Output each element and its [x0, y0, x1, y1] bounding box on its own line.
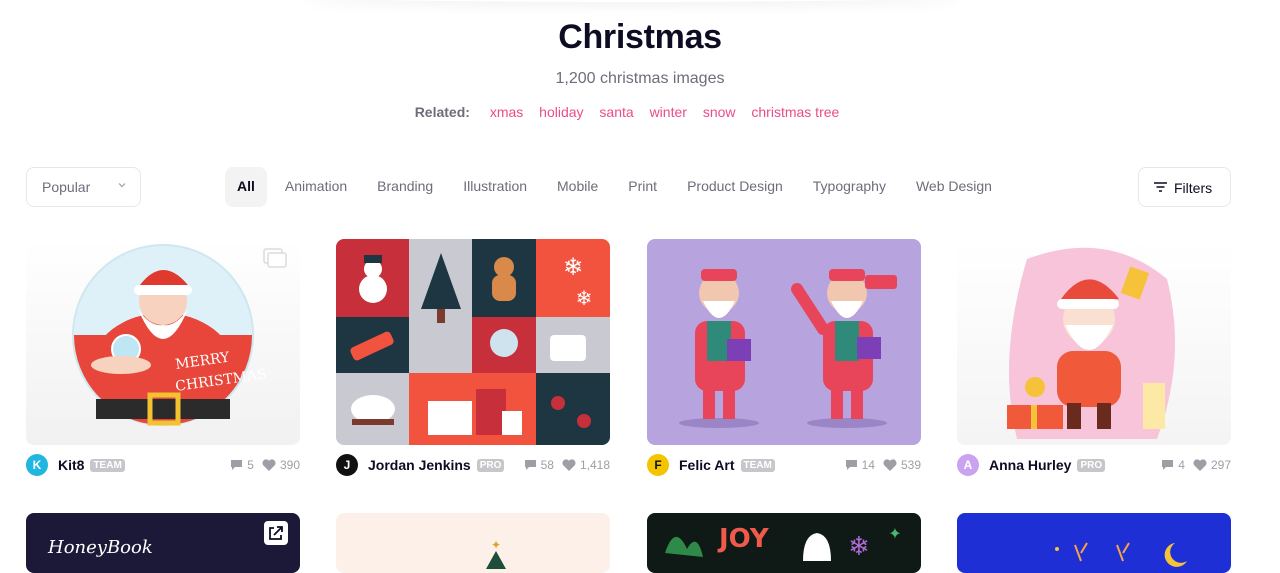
page-subtitle: 1,200 christmas images — [555, 70, 725, 87]
svg-text:✦: ✦ — [888, 524, 901, 543]
avatar[interactable]: K — [26, 454, 48, 476]
pro-badge: PRO — [1077, 458, 1106, 472]
heart-icon — [562, 459, 576, 471]
related-tags: Related: xmas holiday santa winter snow … — [0, 104, 1260, 120]
top-shadow — [300, 0, 960, 2]
shot-thumbnail-7[interactable]: JOY ❄ ✦ — [647, 513, 921, 573]
shot-thumbnail-3[interactable] — [647, 239, 921, 445]
related-label: Related: — [414, 104, 470, 120]
category-tabs: All Animation Branding Illustration Mobi… — [225, 167, 1010, 207]
comment-count: 14 — [861, 458, 875, 472]
shot-stats: 58 1,418 — [524, 458, 610, 472]
shot-thumbnail-6[interactable]: ✦ — [336, 513, 610, 573]
svg-text:❄: ❄ — [563, 253, 583, 281]
tab-all[interactable]: All — [225, 167, 267, 207]
comment-icon — [231, 460, 243, 470]
tab-web-design[interactable]: Web Design — [904, 167, 1004, 207]
comment-icon — [845, 460, 857, 470]
comment-count: 4 — [1178, 458, 1185, 472]
shot-stats: 14 539 — [845, 458, 921, 472]
christmas-grid-illustration: ❄ ❄ — [336, 239, 610, 445]
tab-typography[interactable]: Typography — [801, 167, 898, 207]
related-tag-holiday[interactable]: holiday — [539, 104, 583, 120]
related-tag-winter[interactable]: winter — [650, 104, 687, 120]
svg-text:✦: ✦ — [491, 538, 501, 552]
heart-icon — [262, 459, 276, 471]
shot-stats: 5 390 — [230, 458, 300, 472]
shot-meta-1: K Kit8 TEAM 5 390 — [26, 453, 300, 477]
night-illustration — [1055, 542, 1187, 567]
tab-branding[interactable]: Branding — [365, 167, 445, 207]
chevron-down-icon — [118, 183, 126, 188]
joy-text: JOY — [717, 524, 770, 554]
tab-mobile[interactable]: Mobile — [545, 167, 610, 207]
comment-count: 5 — [247, 458, 254, 472]
shot-meta-4: A Anna Hurley PRO 4 297 — [957, 453, 1231, 477]
author-name[interactable]: Anna Hurley — [989, 457, 1071, 473]
heart-icon — [1193, 459, 1207, 471]
team-badge: TEAM — [90, 458, 125, 472]
like-count: 539 — [900, 458, 921, 472]
pro-badge: PRO — [476, 458, 505, 472]
avatar[interactable]: A — [957, 454, 979, 476]
filters-label: Filters — [1174, 180, 1213, 196]
santa-illustration: MERRY CHRISTMAS — [72, 244, 287, 426]
like-count: 390 — [279, 458, 300, 472]
like-count: 297 — [1210, 458, 1231, 472]
avatar[interactable]: F — [647, 454, 669, 476]
hipster-santa-illustration — [679, 269, 897, 428]
sort-dropdown[interactable]: Popular — [26, 167, 141, 207]
like-count: 1,418 — [579, 458, 610, 472]
joy-illustration: JOY ❄ ✦ — [665, 524, 902, 562]
related-tag-xmas[interactable]: xmas — [490, 104, 523, 120]
santa-gifts-illustration — [1007, 247, 1175, 439]
external-link-icon[interactable] — [264, 521, 288, 545]
heart-icon — [883, 459, 897, 471]
shot-stats: 4 297 — [1161, 458, 1231, 472]
tree-illustration: ✦ — [486, 538, 506, 569]
comment-icon — [1162, 460, 1174, 470]
tab-animation[interactable]: Animation — [273, 167, 359, 207]
team-badge: TEAM — [740, 458, 775, 472]
related-tag-snow[interactable]: snow — [703, 104, 736, 120]
avatar[interactable]: J — [336, 454, 358, 476]
shot-thumbnail-5[interactable]: HoneyBook — [26, 513, 300, 573]
page-title: Christmas — [558, 18, 722, 56]
related-tag-christmas-tree[interactable]: christmas tree — [751, 104, 839, 120]
author-name[interactable]: Kit8 — [58, 457, 84, 473]
sort-value: Popular — [42, 179, 91, 195]
shot-thumbnail-8[interactable] — [957, 513, 1231, 573]
related-tag-santa[interactable]: santa — [599, 104, 633, 120]
honeybook-logo: HoneyBook — [48, 537, 153, 558]
tab-print[interactable]: Print — [616, 167, 669, 207]
tab-illustration[interactable]: Illustration — [451, 167, 539, 207]
comment-icon — [524, 460, 536, 470]
svg-text:❄: ❄ — [848, 532, 870, 562]
comment-count: 58 — [540, 458, 554, 472]
filters-button[interactable]: Filters — [1138, 167, 1231, 207]
author-name[interactable]: Felic Art — [679, 457, 735, 473]
svg-text:❄: ❄ — [576, 286, 593, 310]
shot-thumbnail-1[interactable]: MERRY CHRISTMAS — [26, 239, 300, 445]
shot-meta-2: J Jordan Jenkins PRO 58 1,418 — [336, 453, 610, 477]
shot-thumbnail-4[interactable] — [957, 239, 1231, 445]
shot-thumbnail-2[interactable]: ❄ ❄ — [336, 239, 610, 445]
tab-product-design[interactable]: Product Design — [675, 167, 795, 207]
filter-icon — [1154, 182, 1167, 192]
author-name[interactable]: Jordan Jenkins — [368, 457, 471, 473]
shot-meta-3: F Felic Art TEAM 14 539 — [647, 453, 921, 477]
